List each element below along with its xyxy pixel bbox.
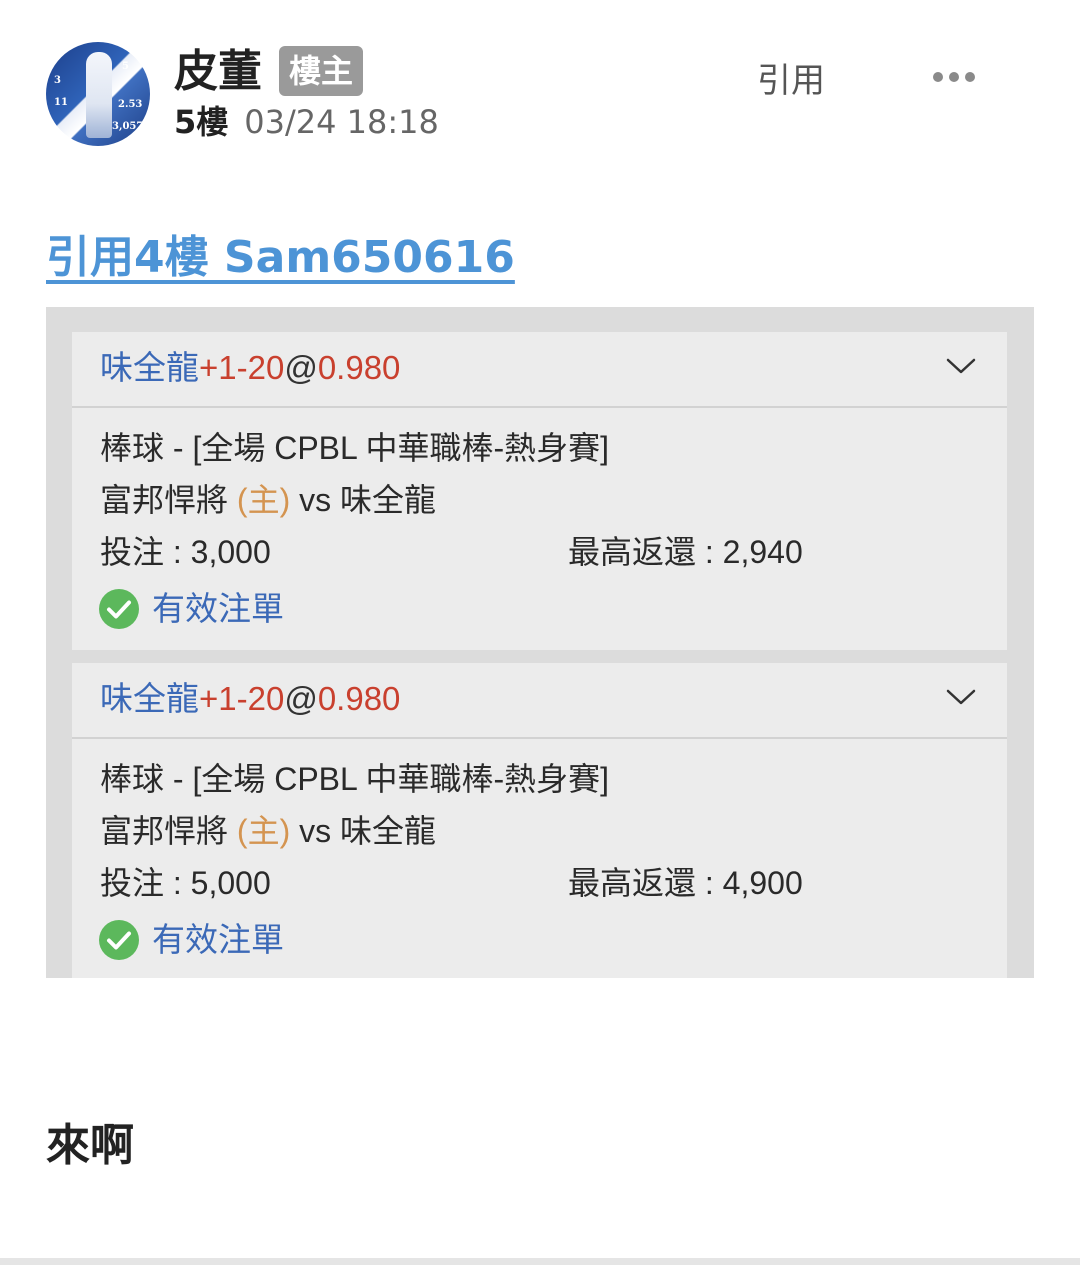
quote-button[interactable]: 引用 [757, 58, 825, 104]
bet-stake: 投注 : 3,000 [100, 534, 271, 570]
bet-amounts: 投注 : 5,000 最高返還 : 4,900 [100, 861, 980, 905]
op-badge: 樓主 [279, 46, 364, 96]
avatar-stat: 3,057 [112, 121, 144, 132]
post-time: 03/24 18:18 [244, 103, 439, 141]
floor-number: 5樓 [174, 103, 229, 141]
quoted-bet-panel: 味全龍+1-20@0.980 棒球 - [全場 CPBL 中華職棒-熱身賽] 富… [46, 307, 1034, 978]
bet-team: 味全龍 [100, 349, 199, 386]
bet-matchup: 富邦悍將 (主) vs 味全龍 [100, 809, 436, 853]
bet-status-label: 有效注單 [152, 589, 284, 628]
bet-league: 棒球 - [全場 CPBL 中華職棒-熱身賽] [100, 761, 610, 797]
chevron-down-icon[interactable] [945, 354, 977, 378]
post-body-text: 來啊 [46, 1120, 134, 1171]
bet-card-header[interactable]: 味全龍+1-20@0.980 [72, 332, 1007, 408]
bet-league: 棒球 - [全場 CPBL 中華職棒-熱身賽] [100, 430, 610, 466]
bet-card-header[interactable]: 味全龍+1-20@0.980 [72, 663, 1007, 739]
post-divider [0, 1258, 1080, 1265]
avatar-stat: 3 [54, 75, 61, 86]
vs-label: vs [299, 482, 332, 518]
bet-amounts: 投注 : 3,000 最高返還 : 2,940 [100, 530, 980, 574]
quote-link[interactable]: 引用4樓 Sam650616 [46, 228, 515, 288]
bet-team: 味全龍 [100, 680, 199, 717]
bet-status-label: 有效注單 [152, 920, 284, 959]
bet-handicap: +1-20 [199, 680, 285, 717]
avatar-stat: 5 [122, 61, 129, 72]
avatar-player-figure [86, 52, 112, 138]
post-meta: 5樓 03/24 18:18 [174, 102, 439, 142]
bet-odds: 0.980 [317, 349, 401, 386]
bet-selection: 味全龍+1-20@0.980 [100, 345, 400, 391]
bet-card: 味全龍+1-20@0.980 棒球 - [全場 CPBL 中華職棒-熱身賽] 富… [72, 332, 1007, 650]
bet-max-return: 最高返還 : 4,900 [568, 865, 803, 901]
bet-handicap: +1-20 [199, 349, 285, 386]
home-tag: (主) [236, 482, 291, 518]
bet-selection: 味全龍+1-20@0.980 [100, 676, 400, 722]
vs-label: vs [299, 813, 332, 849]
home-team: 富邦悍將 [100, 482, 229, 518]
check-circle-icon [99, 589, 139, 629]
bet-card-body: 棒球 - [全場 CPBL 中華職棒-熱身賽] 富邦悍將 (主) vs 味全龍 … [72, 408, 1007, 650]
home-tag: (主) [236, 813, 291, 849]
bet-card-body: 棒球 - [全場 CPBL 中華職棒-熱身賽] 富邦悍將 (主) vs 味全龍 … [72, 739, 1007, 978]
chevron-down-icon[interactable] [945, 685, 977, 709]
avatar-stat: 2.53 [118, 99, 143, 110]
bet-matchup: 富邦悍將 (主) vs 味全龍 [100, 478, 436, 522]
avatar-stat: 11 [54, 97, 68, 108]
away-team: 味全龍 [340, 813, 437, 849]
bet-stake: 投注 : 5,000 [100, 865, 271, 901]
bet-card: 味全龍+1-20@0.980 棒球 - [全場 CPBL 中華職棒-熱身賽] 富… [72, 663, 1007, 978]
more-horizontal-icon[interactable] [930, 62, 978, 92]
avatar[interactable]: 3 11 5 2.53 3,057 [46, 42, 150, 146]
bet-odds: 0.980 [317, 680, 401, 717]
bet-at-sign: @ [284, 680, 318, 717]
author-name[interactable]: 皮董 [174, 44, 262, 100]
post-header: 3 11 5 2.53 3,057 皮董 樓主 5樓 03/24 18:18 引用 [0, 0, 1080, 170]
away-team: 味全龍 [340, 482, 437, 518]
home-team: 富邦悍將 [100, 813, 229, 849]
bet-at-sign: @ [284, 349, 318, 386]
check-circle-icon [99, 920, 139, 960]
bet-max-return: 最高返還 : 2,940 [568, 534, 803, 570]
